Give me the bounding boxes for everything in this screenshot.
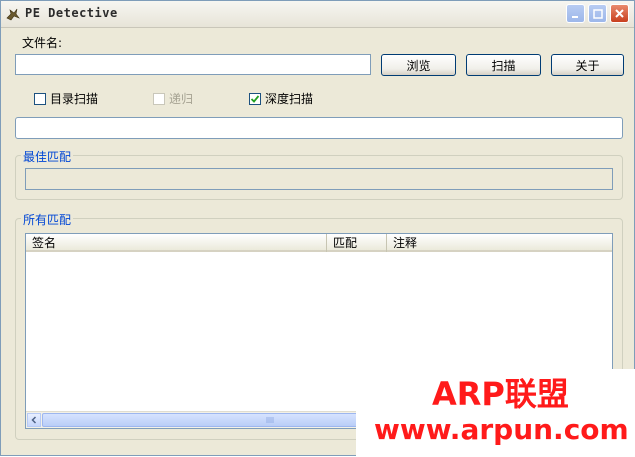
best-match-title: 最佳匹配 [21,148,74,165]
app-icon [6,8,20,21]
main-window: PE Detective 文件名: 浏览 扫描 关于 目录扫描 递归 深度扫描 … [0,0,635,457]
close-button[interactable] [610,4,629,23]
window-title: PE Detective [25,6,118,20]
dir-scan-checkbox[interactable]: 目录扫描 [34,90,98,107]
scroll-left-button[interactable] [27,413,41,427]
close-icon [615,9,624,18]
all-matches-title: 所有匹配 [21,211,74,228]
recursive-checkbox: 递归 [153,90,193,107]
column-header-comment[interactable]: 注释 [387,234,612,252]
column-header-signature[interactable]: 签名 [26,234,327,252]
chevron-left-icon [31,416,37,424]
dir-scan-box[interactable] [34,92,46,105]
title-bar[interactable]: PE Detective [1,1,634,28]
filename-label: 文件名: [22,36,63,50]
recursive-label: 递归 [169,92,194,106]
about-button[interactable]: 关于 [551,54,624,76]
minimize-button[interactable] [566,4,585,23]
checkmark-icon [250,94,260,103]
maximize-icon [592,8,603,19]
grip-icon [266,417,274,423]
best-match-field [25,168,613,190]
scan-button[interactable]: 扫描 [466,54,541,76]
deep-scan-label: 深度扫描 [265,92,314,106]
watermark-logo-text: ARP联盟 [432,375,569,413]
maximize-button[interactable] [588,4,607,23]
column-header-match[interactable]: 匹配 [327,234,387,252]
list-header: 签名 匹配 注释 [26,234,612,252]
progress-field [15,117,623,139]
watermark-url: www.arpun.com [374,413,629,446]
minimize-icon [571,15,578,18]
deep-scan-checkbox[interactable]: 深度扫描 [249,90,313,107]
watermark: ARP联盟 www.arpun.com [356,369,635,457]
browse-button[interactable]: 浏览 [381,54,456,76]
deep-scan-box[interactable] [249,92,261,105]
dir-scan-label: 目录扫描 [50,92,99,106]
recursive-box [153,92,165,105]
filename-input[interactable] [15,54,371,75]
